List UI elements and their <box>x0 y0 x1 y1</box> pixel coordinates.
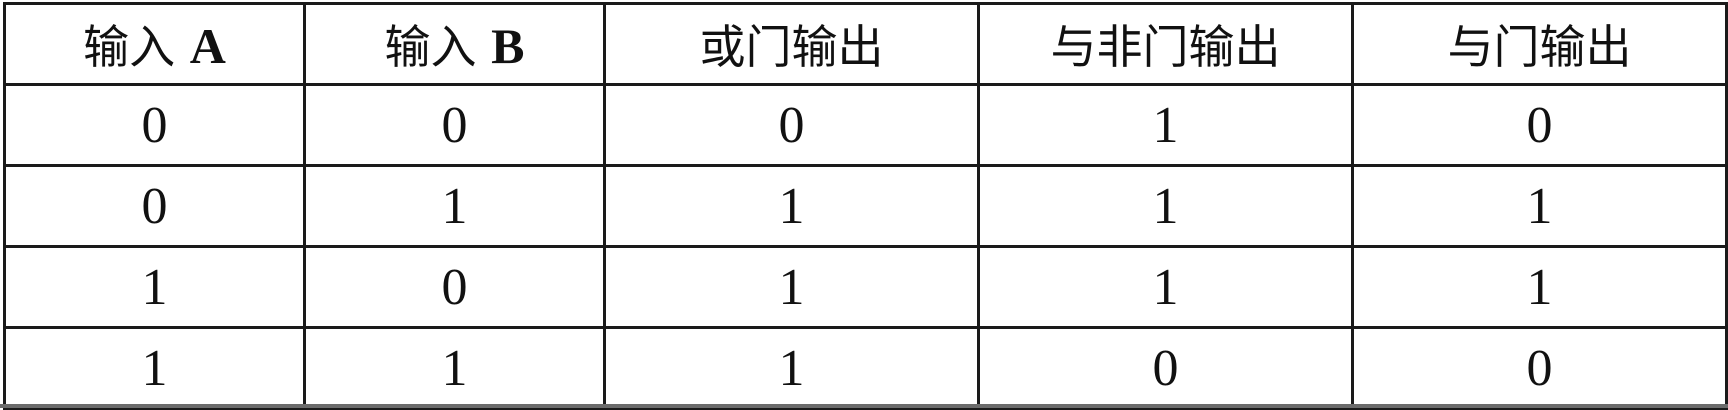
header-input-a-cjk: 输入 <box>83 20 190 74</box>
cell-input-b: 0 <box>303 245 606 329</box>
cell-or-output: 0 <box>603 83 980 167</box>
cell-nand-output: 1 <box>977 164 1354 248</box>
header-nand-output: 与非门输出 <box>977 2 1354 86</box>
header-or-output: 或门输出 <box>603 2 980 86</box>
cell-input-b: 1 <box>303 326 606 410</box>
cell-or-output: 1 <box>603 326 980 410</box>
cell-and-output: 1 <box>1351 164 1728 248</box>
table-row: 0 1 1 1 1 <box>3 164 1728 248</box>
header-row: 输入 A 输入 B 或门输出 与非门输出 与门输出 <box>3 2 1728 86</box>
header-input-a-latin: A <box>189 18 226 74</box>
cell-input-a: 0 <box>3 164 306 248</box>
cell-and-output: 0 <box>1351 326 1728 410</box>
header-and-output: 与门输出 <box>1351 2 1728 86</box>
bottom-rule <box>0 404 1728 408</box>
header-input-a: 输入 A <box>3 2 306 86</box>
cell-and-output: 1 <box>1351 245 1728 329</box>
cell-and-output: 0 <box>1351 83 1728 167</box>
cell-or-output: 1 <box>603 245 980 329</box>
cell-nand-output: 0 <box>977 326 1354 410</box>
table-row: 1 1 1 0 0 <box>3 326 1728 410</box>
table-row: 1 0 1 1 1 <box>3 245 1728 329</box>
cell-input-b: 0 <box>303 83 606 167</box>
table-row: 0 0 0 1 0 <box>3 83 1728 167</box>
cell-input-a: 0 <box>3 83 306 167</box>
cell-or-output: 1 <box>603 164 980 248</box>
cell-input-a: 1 <box>3 326 306 410</box>
header-input-b-latin: B <box>491 18 525 74</box>
cell-input-a: 1 <box>3 245 306 329</box>
cell-nand-output: 1 <box>977 83 1354 167</box>
truth-table: 输入 A 输入 B 或门输出 与非门输出 与门输出 0 0 0 1 0 0 1 … <box>3 2 1728 410</box>
cell-nand-output: 1 <box>977 245 1354 329</box>
header-input-b: 输入 B <box>303 2 606 86</box>
header-input-b-cjk: 输入 <box>384 20 492 74</box>
cell-input-b: 1 <box>303 164 606 248</box>
